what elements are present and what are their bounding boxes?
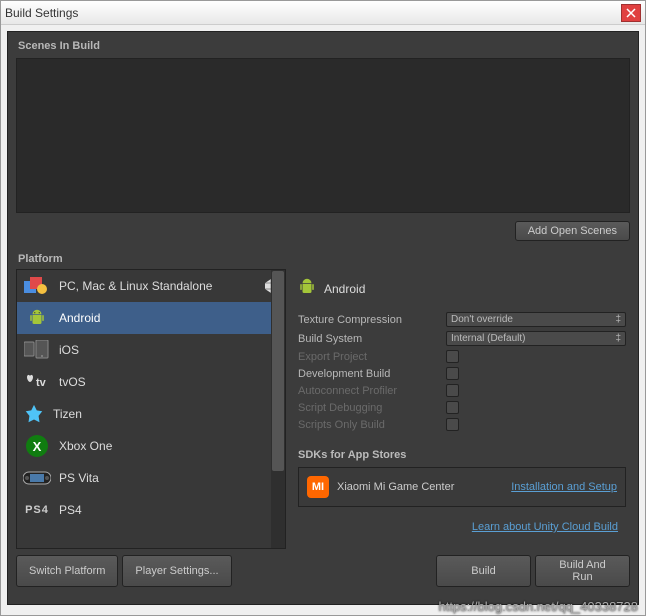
scenes-in-build-list[interactable] [16, 58, 630, 213]
dropdown-arrows-icon: ‡ [615, 333, 621, 344]
texture-compression-dropdown[interactable]: Don't override ‡ [446, 312, 626, 327]
sdk-xiaomi-row: MI Xiaomi Mi Game Center Installation an… [298, 467, 626, 507]
dropdown-arrows-icon: ‡ [615, 314, 621, 325]
sdk-xiaomi-label: Xiaomi Mi Game Center [337, 481, 454, 493]
detail-title: Android [324, 282, 365, 296]
ps4-icon: PS4 [23, 498, 51, 522]
switch-platform-button[interactable]: Switch Platform [16, 555, 118, 587]
platform-item-ps4[interactable]: PS4 PS4 [17, 494, 285, 526]
build-button[interactable]: Build [436, 555, 531, 587]
xiaomi-icon: MI [307, 476, 329, 498]
script-debugging-label: Script Debugging [298, 402, 438, 414]
platform-item-tvos[interactable]: tv tvOS [17, 366, 285, 398]
cloud-build-link[interactable]: Learn about Unity Cloud Build [472, 521, 618, 533]
close-icon [626, 8, 636, 18]
platform-item-psvita[interactable]: PS Vita [17, 462, 285, 494]
android-icon [298, 277, 316, 300]
platform-item-label: tvOS [59, 375, 86, 389]
window-title: Build Settings [5, 6, 621, 20]
scenes-label: Scenes In Build [12, 36, 634, 56]
platform-item-android[interactable]: Android [17, 302, 285, 334]
scripts-only-build-checkbox [446, 418, 459, 431]
sdk-install-link[interactable]: Installation and Setup [511, 481, 617, 493]
platform-item-ios[interactable]: iOS [17, 334, 285, 366]
scripts-only-build-label: Scripts Only Build [298, 419, 438, 431]
add-open-scenes-button[interactable]: Add Open Scenes [515, 221, 630, 241]
export-project-checkbox [446, 350, 459, 363]
build-system-dropdown[interactable]: Internal (Default) ‡ [446, 331, 626, 346]
apple-tv-icon: tv [23, 370, 51, 394]
development-build-label: Development Build [298, 368, 438, 380]
platform-item-xboxone[interactable]: X Xbox One [17, 430, 285, 462]
dropdown-value: Don't override [451, 314, 513, 325]
build-and-run-button[interactable]: Build And Run [535, 555, 630, 587]
platform-item-label: Xbox One [59, 439, 112, 453]
texture-compression-label: Texture Compression [298, 314, 438, 326]
svg-text:tv: tv [36, 377, 47, 389]
script-debugging-checkbox [446, 401, 459, 414]
dropdown-value: Internal (Default) [451, 333, 525, 344]
build-settings-window: Build Settings Scenes In Build Add Open … [0, 0, 646, 616]
sdk-label: SDKs for App Stores [298, 449, 626, 461]
titlebar[interactable]: Build Settings [1, 1, 645, 25]
ios-icon [23, 338, 51, 362]
platform-list: PC, Mac & Linux Standalone Android [16, 269, 286, 549]
build-system-label: Build System [298, 333, 438, 345]
android-icon [23, 306, 51, 330]
psvita-icon [23, 466, 51, 490]
tizen-icon [23, 403, 45, 425]
development-build-checkbox[interactable] [446, 367, 459, 380]
player-settings-button[interactable]: Player Settings... [122, 555, 231, 587]
export-project-label: Export Project [298, 351, 438, 363]
autoconnect-profiler-checkbox [446, 384, 459, 397]
platform-item-label: Android [59, 311, 100, 325]
platform-item-tizen[interactable]: Tizen [17, 398, 285, 430]
autoconnect-profiler-label: Autoconnect Profiler [298, 385, 438, 397]
content-area: Scenes In Build Add Open Scenes Platform… [7, 31, 639, 605]
platform-label: Platform [12, 249, 634, 269]
xbox-icon: X [23, 434, 51, 458]
standalone-icon [23, 274, 51, 298]
close-button[interactable] [621, 4, 641, 22]
platform-item-label: PC, Mac & Linux Standalone [59, 279, 212, 293]
platform-item-standalone[interactable]: PC, Mac & Linux Standalone [17, 270, 285, 302]
platform-detail-pane: Android Texture Compression Don't overri… [294, 269, 630, 549]
platform-item-label: Tizen [53, 407, 82, 421]
platform-item-label: PS4 [59, 503, 82, 517]
platform-item-label: iOS [59, 343, 79, 357]
platform-item-label: PS Vita [59, 471, 99, 485]
platform-scrollbar[interactable] [271, 270, 285, 548]
scrollbar-thumb[interactable] [272, 271, 284, 471]
